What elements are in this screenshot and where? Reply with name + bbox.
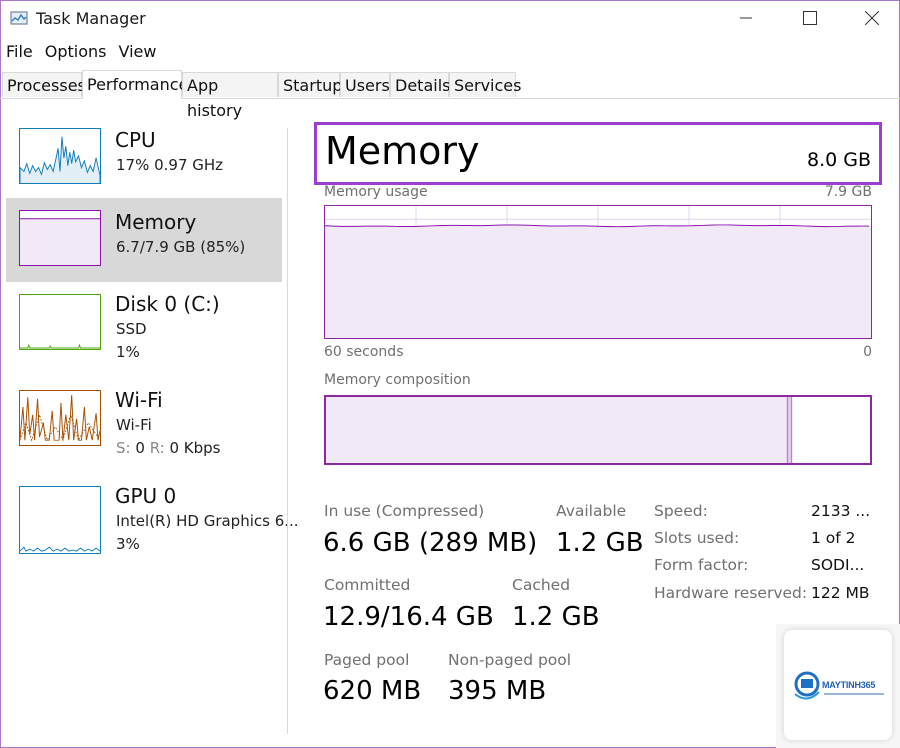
memory-usage-graph [324,205,872,339]
hardware-reserved-value: 122 MB [811,584,870,602]
paged-pool-value: 620 MB [323,676,422,706]
composition-modified [787,397,792,463]
usage-fill [325,225,871,338]
non-paged-pool-value: 395 MB [448,676,547,706]
menu-file[interactable]: File [6,42,33,64]
tab-bar: Processes Performance App history Startu… [0,70,900,120]
slots-used-label: Slots used: [654,529,740,547]
cached-label: Cached [512,576,571,594]
memory-composition-bar [324,395,872,465]
memory-header: Memory 8.0 GB [314,122,882,185]
sidebar-gpu-title: GPU 0 [115,484,177,508]
speed-label: Speed: [654,502,708,520]
tab-startup[interactable]: Startup [278,72,342,97]
form-factor-label: Form factor: [654,556,749,574]
task-manager-icon [10,11,28,25]
cpu-thumbnail-graph [19,128,101,184]
in-use-value: 6.6 GB (289 MB) [323,528,538,558]
maximize-button[interactable] [780,0,840,36]
sidebar-item-wifi[interactable]: Wi-Fi Wi-Fi S: 0 R: 0 Kbps [6,376,282,460]
disk-thumbnail-graph [19,294,101,350]
sidebar-item-gpu[interactable]: GPU 0 Intel(R) HD Graphics 6... 3% [6,472,299,556]
sidebar-divider [287,128,288,734]
close-button[interactable] [842,0,900,36]
close-icon [865,11,879,25]
memory-total: 8.0 GB [806,149,871,171]
wifi-thumbnail-graph [19,390,101,446]
sidebar-memory-title: Memory [115,210,197,234]
committed-label: Committed [324,576,411,594]
slots-used-value: 1 of 2 [811,529,856,547]
minimize-button[interactable] [716,0,776,36]
tab-users[interactable]: Users [340,72,390,97]
in-use-label: In use (Compressed) [324,502,485,520]
tab-processes[interactable]: Processes [2,72,86,97]
maytinh365-logo-icon [794,671,820,700]
non-paged-pool-label: Non-paged pool [448,651,572,669]
wifi-receive-value: 0 Kbps [169,439,221,457]
committed-value: 12.9/16.4 GB [323,602,494,632]
wifi-send-value: 0 [135,439,145,457]
window-title: Task Manager [36,9,146,28]
sidebar-gpu-stat: 3% [116,535,140,553]
menu-view[interactable]: View [119,42,157,64]
sidebar-disk-title: Disk 0 (C:) [115,292,220,316]
speed-value: 2133 ... [811,502,871,520]
sidebar-item-disk[interactable]: Disk 0 (C:) SSD 1% [6,280,282,364]
wifi-receive-label: R: [149,439,165,457]
paged-pool-label: Paged pool [324,651,410,669]
tab-performance[interactable]: Performance [82,70,188,99]
composition-in-use [326,397,788,463]
watermark-brand: MAYTINH365 [822,680,876,690]
hardware-reserved-label: Hardware reserved: [654,584,808,602]
time-axis-left: 60 seconds [324,344,404,360]
sidebar-item-memory[interactable]: Memory 6.7/7.9 GB (85%) [6,198,282,282]
sidebar-cpu-title: CPU [115,128,156,152]
menu-options[interactable]: Options [45,42,107,64]
sidebar-disk-stat: 1% [116,343,140,361]
watermark-tagline-mark [824,693,884,695]
watermark-card: MAYTINH365 [784,630,892,740]
memory-thumbnail-graph [19,210,101,266]
maximize-icon [803,11,817,25]
sidebar-wifi-name: Wi-Fi [116,416,152,434]
form-factor-value: SODI... [811,556,865,574]
tab-details[interactable]: Details [390,72,450,97]
sidebar-wifi-title: Wi-Fi [115,388,163,412]
wifi-send-label: S: [116,439,131,457]
available-value: 1.2 GB [556,528,644,558]
gpu-thumbnail-graph [19,486,101,554]
memory-usage-label: Memory usage [324,184,428,200]
tab-app-history[interactable]: App history [182,72,278,120]
menu-bar: File Options View [6,42,168,64]
minimize-icon [740,17,752,19]
tab-services[interactable]: Services [449,72,521,97]
memory-composition-label: Memory composition [324,372,471,388]
available-label: Available [556,502,627,520]
sidebar-gpu-name: Intel(R) HD Graphics 6... [116,512,299,530]
sidebar-cpu-stat: 17% 0.97 GHz [116,156,224,174]
title-bar[interactable]: Task Manager [0,0,900,36]
sidebar-item-cpu[interactable]: CPU 17% 0.97 GHz [6,116,282,200]
page-title: Memory [325,129,480,173]
memory-usage-max: 7.9 GB [824,184,872,200]
sidebar-disk-type: SSD [116,320,147,338]
watermark: MAYTINH365 [776,624,900,748]
time-axis-right: 0 [863,344,872,360]
cached-value: 1.2 GB [512,602,600,632]
sidebar-wifi-stat: S: 0 R: 0 Kbps [116,439,221,457]
sidebar-memory-stat: 6.7/7.9 GB (85%) [116,238,246,256]
